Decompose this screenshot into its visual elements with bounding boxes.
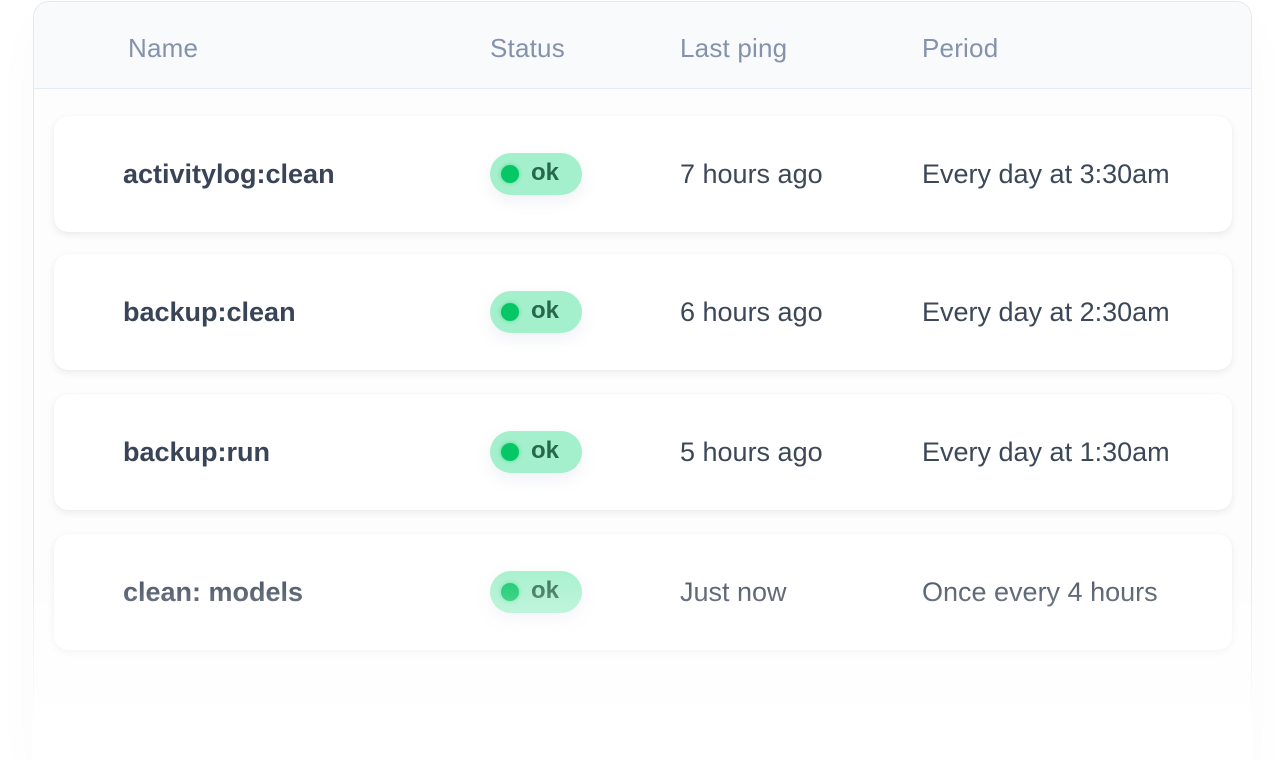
- last-ping: 5 hours ago: [680, 436, 823, 467]
- table-row[interactable]: activitylog:clean ok 7 hours ago Every d…: [54, 116, 1232, 232]
- status-badge: ok: [490, 431, 582, 473]
- status-label: ok: [531, 159, 560, 186]
- status-badge: ok: [490, 291, 582, 333]
- last-ping: 6 hours ago: [680, 296, 823, 327]
- period: Every day at 2:30am: [922, 296, 1170, 327]
- status-dot-icon: [501, 583, 519, 601]
- table-row[interactable]: backup:run ok 5 hours ago Every day at 1…: [54, 394, 1232, 510]
- status-dot-icon: [501, 303, 519, 321]
- period: Once every 4 hours: [922, 576, 1158, 607]
- monitor-name: backup:clean: [123, 296, 296, 327]
- status-cell: ok: [490, 254, 582, 370]
- period: Every day at 1:30am: [922, 436, 1170, 467]
- monitor-name: backup:run: [123, 436, 271, 467]
- status-badge: ok: [490, 153, 582, 195]
- monitors-table: Name Status Last ping Period activitylog…: [32, 1, 1253, 761]
- table-row[interactable]: backup:clean ok 6 hours ago Every day at…: [54, 254, 1232, 370]
- last-ping: 7 hours ago: [680, 158, 823, 189]
- status-badge: ok: [490, 571, 582, 613]
- status-cell: ok: [490, 534, 582, 650]
- status-cell: ok: [490, 394, 582, 510]
- status-dot-icon: [501, 443, 519, 461]
- monitor-name: clean: models: [123, 576, 304, 607]
- column-header-name[interactable]: Name: [128, 33, 198, 64]
- status-dot-icon: [501, 165, 519, 183]
- status-cell: ok: [490, 116, 582, 232]
- status-label: ok: [531, 577, 560, 604]
- status-label: ok: [531, 437, 560, 464]
- monitor-name: activitylog:clean: [123, 158, 335, 189]
- status-label: ok: [531, 297, 560, 324]
- column-header-last-ping[interactable]: Last ping: [680, 33, 787, 64]
- period: Every day at 3:30am: [922, 158, 1170, 189]
- table-header: Name Status Last ping Period: [34, 2, 1251, 89]
- table-row[interactable]: clean: models ok Just now Once every 4 h…: [54, 534, 1232, 650]
- column-header-status[interactable]: Status: [490, 33, 565, 64]
- last-ping: Just now: [680, 576, 787, 607]
- column-header-period[interactable]: Period: [922, 33, 998, 64]
